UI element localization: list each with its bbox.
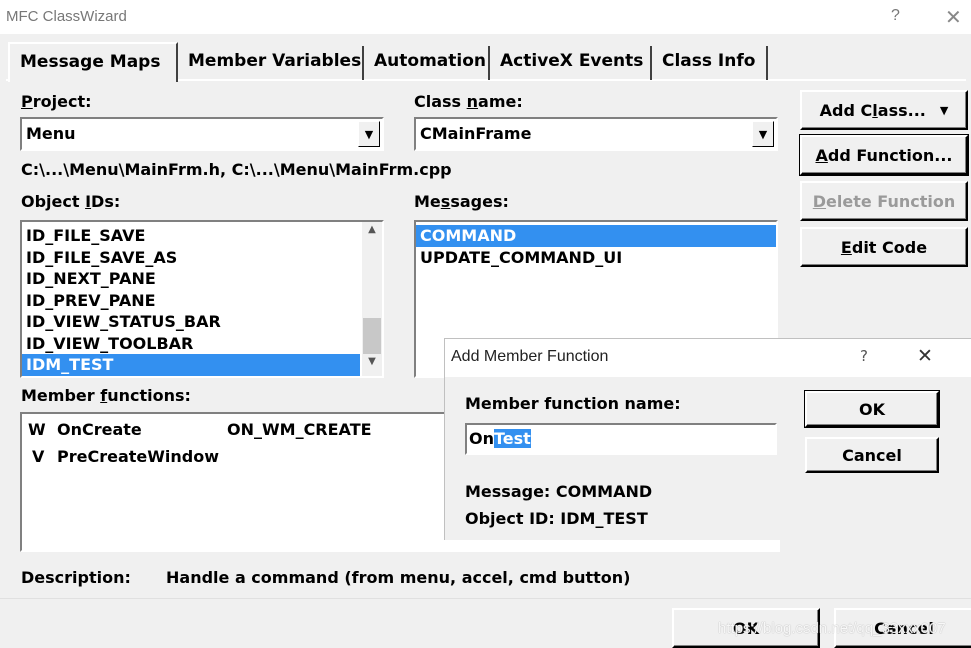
- scroll-up-icon[interactable]: ▲: [362, 224, 382, 242]
- list-item[interactable]: ID_VIEW_STATUS_BAR: [22, 311, 360, 333]
- class-name-combo[interactable]: CMainFrame ▼: [414, 117, 778, 151]
- function-name-input[interactable]: OnTest: [465, 423, 777, 455]
- class-name-value: CMainFrame: [420, 124, 532, 143]
- object-ids-list[interactable]: ID_FILE_SAVE ID_FILE_SAVE_AS ID_NEXT_PAN…: [20, 220, 384, 378]
- dropdown-arrow-icon: ▼: [939, 103, 949, 117]
- add-member-function-dialog: Add Member Function ? ✕ Member function …: [444, 338, 971, 540]
- delete-function-button[interactable]: Delete Function: [800, 181, 968, 221]
- dialog-help-button[interactable]: ?: [860, 347, 868, 365]
- project-value: Menu: [26, 124, 76, 143]
- function-type: V: [32, 447, 45, 466]
- list-item[interactable]: UPDATE_COMMAND_UI: [416, 247, 776, 269]
- project-label: Project:: [21, 92, 92, 111]
- description-label: Description:: [21, 568, 131, 587]
- dialog-title: Add Member Function: [451, 348, 609, 365]
- dialog-ok-button[interactable]: OK: [804, 390, 940, 428]
- scrollbar-thumb[interactable]: [363, 318, 381, 354]
- messages-label: Messages:: [414, 192, 509, 211]
- help-button[interactable]: ?: [891, 7, 900, 25]
- project-combo[interactable]: Menu ▼: [20, 117, 384, 151]
- watermark: https://blog.csdn.net/qq_33xxx007: [718, 620, 946, 637]
- selected-text: Test: [494, 429, 531, 448]
- tab-member-variables[interactable]: Member Variables: [178, 46, 364, 80]
- object-ids-label: Object IDs:: [21, 192, 121, 211]
- function-name-label: Member function name:: [465, 394, 681, 413]
- chevron-down-icon[interactable]: ▼: [752, 121, 774, 147]
- list-item[interactable]: ID_NEXT_PANE: [22, 268, 360, 290]
- dialog-close-icon[interactable]: ✕: [917, 345, 933, 367]
- object-ids-scrollbar[interactable]: ▲ ▼: [362, 222, 382, 376]
- dialog-titlebar: Add Member Function ? ✕: [445, 339, 971, 377]
- window-title: MFC ClassWizard: [6, 8, 127, 25]
- list-item[interactable]: ID_FILE_SAVE: [22, 225, 360, 247]
- member-functions-label: Member functions:: [21, 386, 191, 405]
- function-map: ON_WM_CREATE: [227, 420, 372, 439]
- file-paths: C:\...\Menu\MainFrm.h, C:\...\Menu\MainF…: [21, 160, 452, 179]
- dialog-object-id-info: Object ID: IDM_TEST: [465, 509, 648, 528]
- chevron-down-icon[interactable]: ▼: [358, 121, 380, 147]
- dialog-message-info: Message: COMMAND: [465, 482, 653, 501]
- add-function-button[interactable]: Add Function...: [799, 134, 969, 176]
- class-name-label: Class name:: [414, 92, 523, 111]
- close-icon[interactable]: ✕: [945, 5, 962, 30]
- list-item-selected[interactable]: COMMAND: [416, 225, 776, 247]
- function-type: W: [28, 420, 46, 439]
- add-class-button[interactable]: Add Cl ass... ▼: [800, 90, 968, 130]
- window-titlebar: MFC ClassWizard ? ✕: [0, 0, 971, 34]
- list-item[interactable]: ID_PREV_PANE: [22, 290, 360, 312]
- tab-class-info[interactable]: Class Info: [652, 46, 768, 80]
- tab-activex-events[interactable]: ActiveX Events: [490, 46, 652, 80]
- description-text: Handle a command (from menu, accel, cmd …: [166, 568, 631, 587]
- list-item-selected[interactable]: IDM_TEST: [22, 354, 360, 376]
- tab-message-maps[interactable]: Message Maps: [8, 42, 178, 82]
- dialog-cancel-button[interactable]: Cancel: [805, 437, 939, 473]
- scroll-down-icon[interactable]: ▼: [362, 356, 382, 374]
- function-name[interactable]: OnCreate: [57, 420, 142, 439]
- edit-code-button[interactable]: Edit Code: [800, 227, 968, 267]
- list-item[interactable]: ID_VIEW_TOOLBAR: [22, 333, 360, 355]
- function-name[interactable]: PreCreateWindow: [57, 447, 219, 466]
- list-item[interactable]: ID_FILE_SAVE_AS: [22, 247, 360, 269]
- tab-automation[interactable]: Automation: [364, 46, 490, 80]
